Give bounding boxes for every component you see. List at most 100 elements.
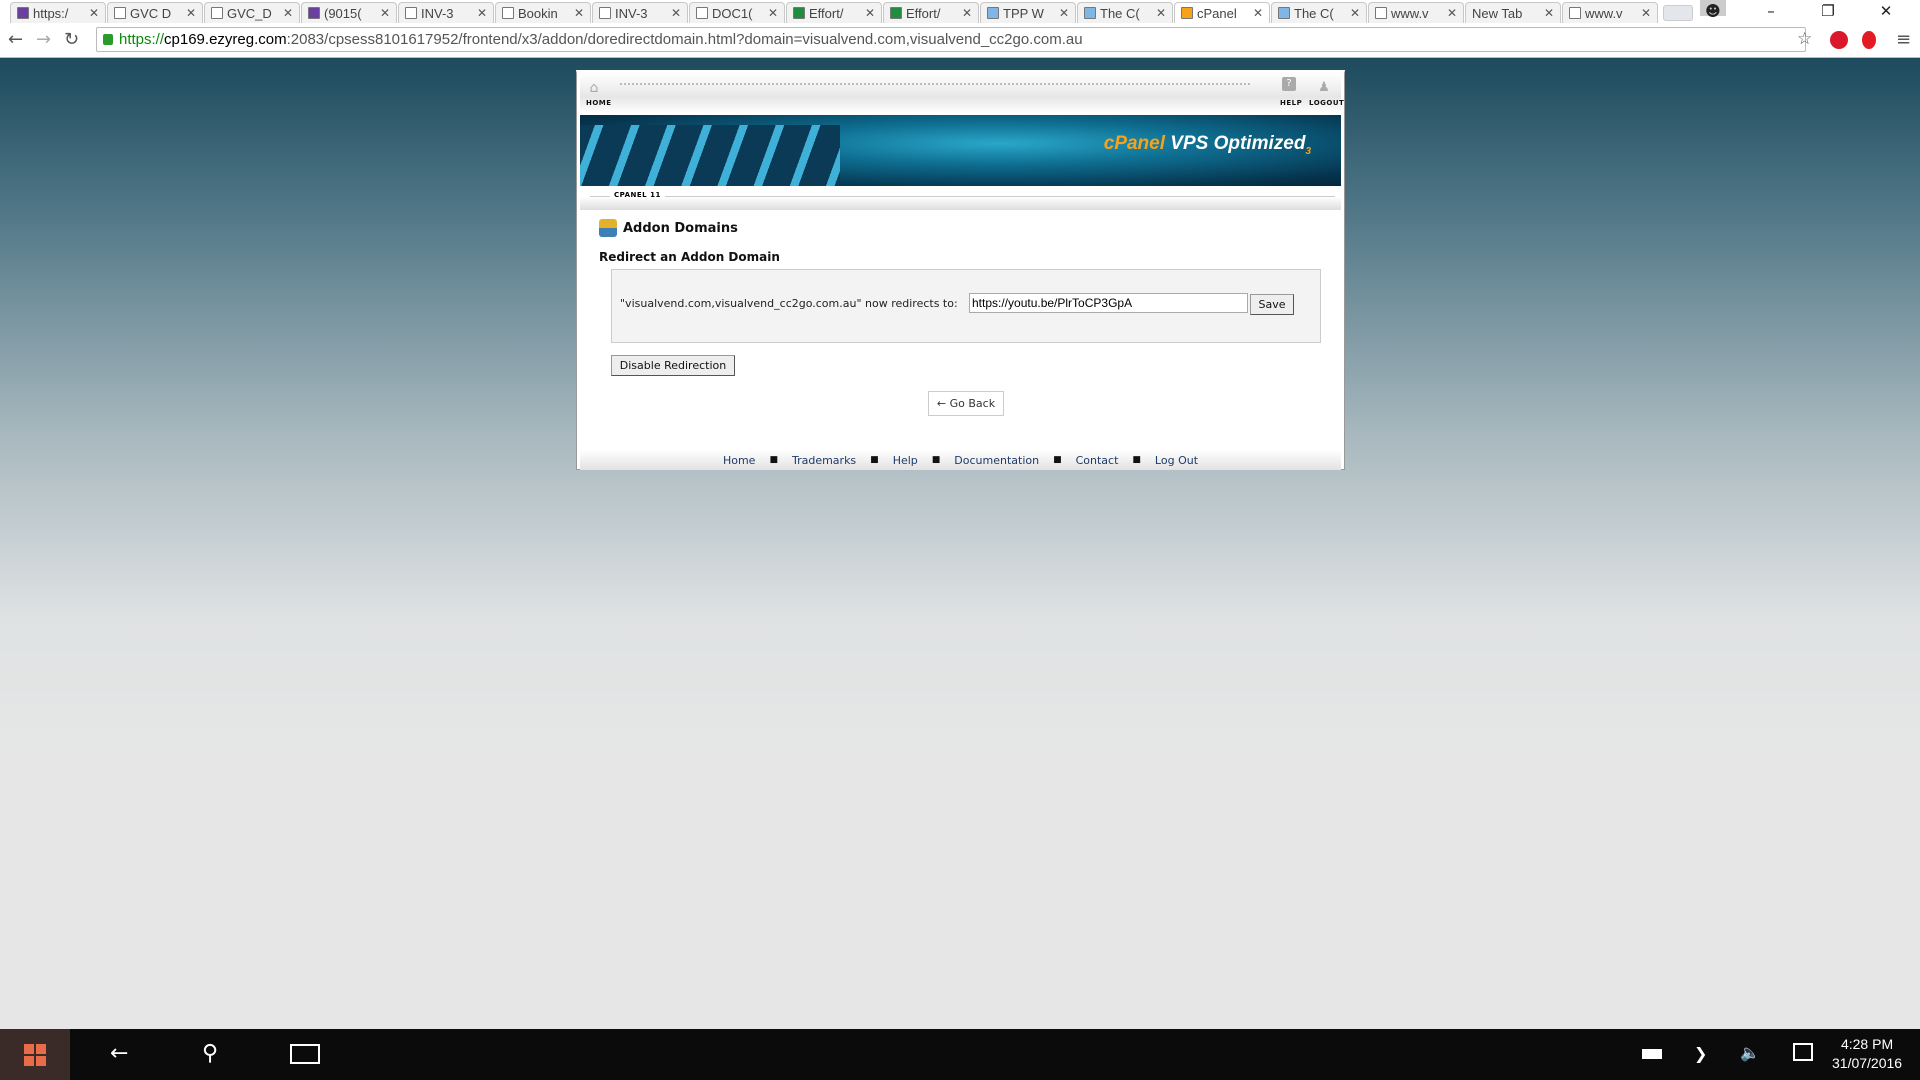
tab-14[interactable]: www.v ✕: [1368, 2, 1464, 23]
redirect-url-input[interactable]: [969, 293, 1248, 313]
footer-link-contact[interactable]: Contact: [1076, 454, 1119, 467]
notifications-icon[interactable]: [1793, 1043, 1813, 1061]
tab-2[interactable]: GVC_D ✕: [204, 2, 300, 23]
tab-title: New Tab: [1472, 5, 1523, 21]
cpanel-banner: cPanel VPS Optimized3: [580, 115, 1341, 186]
close-tab-icon[interactable]: ✕: [1253, 6, 1263, 20]
minimize-button[interactable]: –: [1748, 0, 1794, 22]
help-link[interactable]: HELP: [1280, 99, 1302, 107]
close-tab-icon[interactable]: ✕: [380, 6, 390, 20]
wifi-icon[interactable]: ❯: [1694, 1044, 1707, 1063]
menu-icon[interactable]: ≡: [1896, 29, 1911, 50]
footer-link-home[interactable]: Home: [723, 454, 755, 467]
forward-icon[interactable]: →: [36, 29, 51, 50]
mail-icon: [17, 7, 29, 19]
tab-3[interactable]: (9015( ✕: [301, 2, 397, 23]
separator: ■: [1132, 455, 1141, 465]
toolbar: ← → ↻ https://cp169.ezyreg.com:2083/cpse…: [0, 23, 1920, 58]
tab-title: INV-3: [615, 5, 648, 21]
close-tab-icon[interactable]: ✕: [671, 6, 681, 20]
close-tab-icon[interactable]: ✕: [1350, 6, 1360, 20]
tab-1[interactable]: GVC D ✕: [107, 2, 203, 23]
tab-title: cPanel: [1197, 5, 1237, 21]
footer-link-trademarks[interactable]: Trademarks: [792, 454, 856, 467]
tab-title: The C(: [1100, 5, 1140, 21]
tab-title: GVC_D: [227, 5, 272, 21]
clock[interactable]: 4:28 PM 31/07/2016: [1832, 1035, 1902, 1073]
tab-10[interactable]: TPP W ✕: [980, 2, 1076, 23]
close-tab-icon[interactable]: ✕: [865, 6, 875, 20]
close-tab-icon[interactable]: ✕: [89, 6, 99, 20]
tab-5[interactable]: Bookin ✕: [495, 2, 591, 23]
close-tab-icon[interactable]: ✕: [1059, 6, 1069, 20]
footer-link-documentation[interactable]: Documentation: [954, 454, 1039, 467]
tab-title: (9015(: [324, 5, 362, 21]
footer-link-log-out[interactable]: Log Out: [1155, 454, 1198, 467]
date: 31/07/2016: [1832, 1055, 1903, 1071]
help-icon[interactable]: ?: [1282, 77, 1296, 91]
page-icon: [502, 7, 514, 19]
tab-12[interactable]: cPanel ✕: [1174, 2, 1270, 23]
close-tab-icon[interactable]: ✕: [186, 6, 196, 20]
tab-7[interactable]: DOC1(✕: [689, 2, 785, 23]
tab-title: GVC D: [130, 5, 172, 21]
home-icon[interactable]: ⌂: [587, 81, 601, 95]
tab-0[interactable]: https:/ ✕: [10, 2, 106, 23]
opera-extension-icon[interactable]: [1862, 31, 1876, 49]
reload-icon[interactable]: ↻: [64, 29, 79, 50]
battery-icon[interactable]: [1642, 1049, 1662, 1059]
close-tab-icon[interactable]: ✕: [283, 6, 293, 20]
home-link[interactable]: HOME: [586, 99, 612, 107]
tpp-icon: [1084, 7, 1096, 19]
tab-15[interactable]: New Tab ✕: [1465, 2, 1561, 23]
sheet-icon: [793, 7, 805, 19]
tab-11[interactable]: The C( ✕: [1077, 2, 1173, 23]
close-tab-icon[interactable]: ✕: [574, 6, 584, 20]
tab-9[interactable]: Effort/ ✕: [883, 2, 979, 23]
new-tab-button[interactable]: [1663, 5, 1693, 21]
close-tab-icon[interactable]: ✕: [477, 6, 487, 20]
logout-icon[interactable]: ♟: [1317, 81, 1331, 95]
close-tab-icon[interactable]: ✕: [962, 6, 972, 20]
tab-title: Effort/: [809, 5, 844, 21]
page-title-text: Addon Domains: [623, 220, 738, 236]
sheet-icon: [890, 7, 902, 19]
bookmark-star-icon[interactable]: ☆: [1797, 29, 1812, 49]
footer-links: Home ■ Trademarks ■ Help ■ Documentation ■ Conta…: [580, 450, 1341, 470]
close-tab-icon[interactable]: ✕: [1544, 6, 1554, 20]
tab-13[interactable]: The C(✕: [1271, 2, 1367, 23]
address-bar[interactable]: https://cp169.ezyreg.com:2083/cpsess8101…: [96, 27, 1806, 52]
version-bar: CPANEL 11: [580, 186, 1341, 210]
footer-link-help[interactable]: Help: [893, 454, 918, 467]
cpanel-logo: cPanel VPS Optimized3: [1083, 121, 1311, 163]
redirect-form: "visualvend.com,visualvend_cc2go.com.au"…: [611, 269, 1321, 343]
restore-button[interactable]: ❐: [1805, 0, 1851, 22]
back-icon[interactable]: ←: [8, 29, 23, 50]
tab-title: TPP W: [1003, 5, 1044, 21]
tab-6[interactable]: INV-3 ✕: [592, 2, 688, 23]
extension-icon[interactable]: [1830, 31, 1848, 49]
tab-8[interactable]: Effort/ ✕: [786, 2, 882, 23]
back-icon[interactable]: ←: [110, 1041, 128, 1066]
tab-16[interactable]: www.v ✕: [1562, 2, 1658, 23]
go-back-button[interactable]: ← Go Back: [928, 391, 1004, 416]
redirect-label: "visualvend.com,visualvend_cc2go.com.au"…: [620, 297, 958, 310]
close-tab-icon[interactable]: ✕: [768, 6, 778, 20]
search-icon[interactable]: ⚲: [202, 1041, 218, 1066]
close-window-button[interactable]: ✕: [1863, 0, 1909, 22]
volume-icon[interactable]: 🔈: [1740, 1043, 1760, 1062]
disable-redirection-button[interactable]: Disable Redirection: [611, 355, 735, 376]
tab-title: https:/: [33, 5, 69, 21]
start-button[interactable]: [0, 1029, 70, 1080]
profile-icon[interactable]: ☻: [1700, 0, 1726, 20]
tab-4[interactable]: INV-3 ✕: [398, 2, 494, 23]
close-tab-icon[interactable]: ✕: [1641, 6, 1651, 20]
logout-link[interactable]: LOGOUT: [1309, 99, 1344, 107]
taskbar: ← ⚲ ❯ 🔈 4:28 PM 31/07/2016: [0, 1029, 1920, 1080]
save-button[interactable]: Save: [1250, 294, 1294, 315]
mail-icon: [308, 7, 320, 19]
page-icon: [211, 7, 223, 19]
close-tab-icon[interactable]: ✕: [1447, 6, 1457, 20]
close-tab-icon[interactable]: ✕: [1156, 6, 1166, 20]
task-view-icon[interactable]: [290, 1044, 320, 1064]
